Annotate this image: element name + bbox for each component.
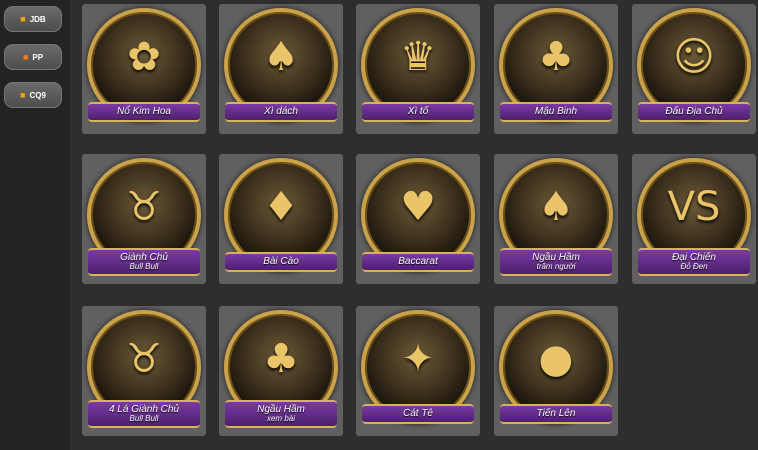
provider-label: PP — [32, 52, 44, 62]
golden-toad-icon: ♦ — [263, 183, 299, 230]
game-tile[interactable]: ♛ Xì tố — [356, 4, 480, 134]
cartoon-bull-icon: ♣ — [263, 335, 299, 382]
game-subtitle: trăm người — [536, 262, 576, 272]
game-name-banner: Xì tố — [362, 102, 474, 122]
game-name-banner: Giành Chủ Bull Bull — [88, 248, 200, 276]
top-hat-cards-icon: ♠ — [263, 33, 299, 80]
game-subtitle: Bull Bull — [129, 262, 159, 272]
provider-button-jdb[interactable]: ■ JDB — [4, 6, 62, 32]
game-tile[interactable]: ♠ Ngầu Hầm trăm người — [494, 154, 618, 284]
game-name-banner: Đấu Địa Chủ — [638, 102, 750, 122]
game-tile[interactable]: ♉ Giành Chủ Bull Bull — [82, 154, 206, 284]
bomb-icon: ● — [538, 335, 574, 382]
game-tile[interactable]: ● Tiến Lên — [494, 306, 618, 436]
game-tile[interactable]: ♥ Baccarat — [356, 154, 480, 284]
game-subtitle: Đỏ Đen — [680, 262, 708, 272]
game-tile[interactable]: ☺ Đấu Địa Chủ — [632, 4, 756, 134]
provider-logo-icon: ■ — [20, 90, 26, 100]
revolver-cards-icon: ♣ — [538, 33, 574, 80]
gold-ingot-icon: ♠ — [538, 183, 574, 230]
game-name-banner: Ngầu Hầm trăm người — [500, 248, 612, 276]
provider-logo-icon: ■ — [22, 52, 29, 62]
rose-coin-icon: ✿ — [127, 33, 161, 80]
game-tile[interactable]: ♉ 4 Lá Giành Chủ Bull Bull — [82, 306, 206, 436]
game-name-banner: Mậu Binh — [500, 102, 612, 122]
game-tile[interactable]: VS Đại Chiến Đỏ Đen — [632, 154, 756, 284]
game-name-banner: Cát Tê — [362, 404, 474, 424]
game-name: Cát Tê — [402, 407, 433, 419]
game-name-banner: Tiến Lên — [500, 404, 612, 424]
game-name: Xì dách — [264, 105, 298, 117]
game-name: Xì tố — [407, 105, 429, 117]
crown-icon: ♛ — [400, 33, 436, 80]
game-name: Baccarat — [398, 255, 438, 267]
game-name: Mậu Binh — [534, 105, 578, 117]
game-name-banner: 4 Lá Giành Chủ Bull Bull — [88, 400, 200, 428]
provider-sidebar: ■ JDB ■ PP ■ CQ9 — [0, 0, 70, 450]
golden-bull-cards-icon: ♉ — [126, 335, 162, 382]
white-cat-icon: ✦ — [401, 335, 435, 382]
game-name-banner: Bài Cào — [225, 252, 337, 272]
game-name-banner: Nổ Kim Hoa — [88, 102, 200, 122]
game-subtitle: xem bài — [266, 414, 295, 424]
game-subtitle: Bull Bull — [129, 414, 159, 424]
game-name: Tiến Lên — [536, 407, 576, 419]
landlord-character-icon: ☺ — [673, 33, 715, 80]
game-tile[interactable]: ✦ Cát Tê — [356, 306, 480, 436]
versus-cards-icon: VS — [667, 183, 721, 230]
game-lobby: ■ JDB ■ PP ■ CQ9 ✿ Nổ Kim Hoa ♠ Xì dách ♛ Xì tố ♣ Mậ… — [0, 0, 758, 450]
game-name: Nổ Kim Hoa — [117, 105, 171, 117]
game-tile[interactable]: ♦ Bài Cào — [219, 154, 343, 284]
provider-button-cq9[interactable]: ■ CQ9 — [4, 82, 62, 108]
game-tile[interactable]: ♣ Ngầu Hầm xem bài — [219, 306, 343, 436]
provider-label: CQ9 — [29, 90, 46, 100]
game-tile[interactable]: ♠ Xì dách — [219, 4, 343, 134]
provider-logo-icon: ■ — [20, 14, 26, 24]
game-tile[interactable]: ♣ Mậu Binh — [494, 4, 618, 134]
game-name-banner: Baccarat — [362, 252, 474, 272]
game-name-banner: Xì dách — [225, 102, 337, 122]
game-tile[interactable]: ✿ Nổ Kim Hoa — [82, 4, 206, 134]
provider-button-pp[interactable]: ■ PP — [4, 44, 62, 70]
provider-label: JDB — [29, 14, 46, 24]
golden-bull-icon: ♉ — [126, 183, 162, 230]
game-name-banner: Ngầu Hầm xem bài — [225, 400, 337, 428]
playing-cards-icon: ♥ — [400, 183, 436, 230]
game-name: Đấu Địa Chủ — [665, 105, 723, 117]
game-name-banner: Đại Chiến Đỏ Đen — [638, 248, 750, 276]
game-name: Bài Cào — [263, 255, 299, 267]
